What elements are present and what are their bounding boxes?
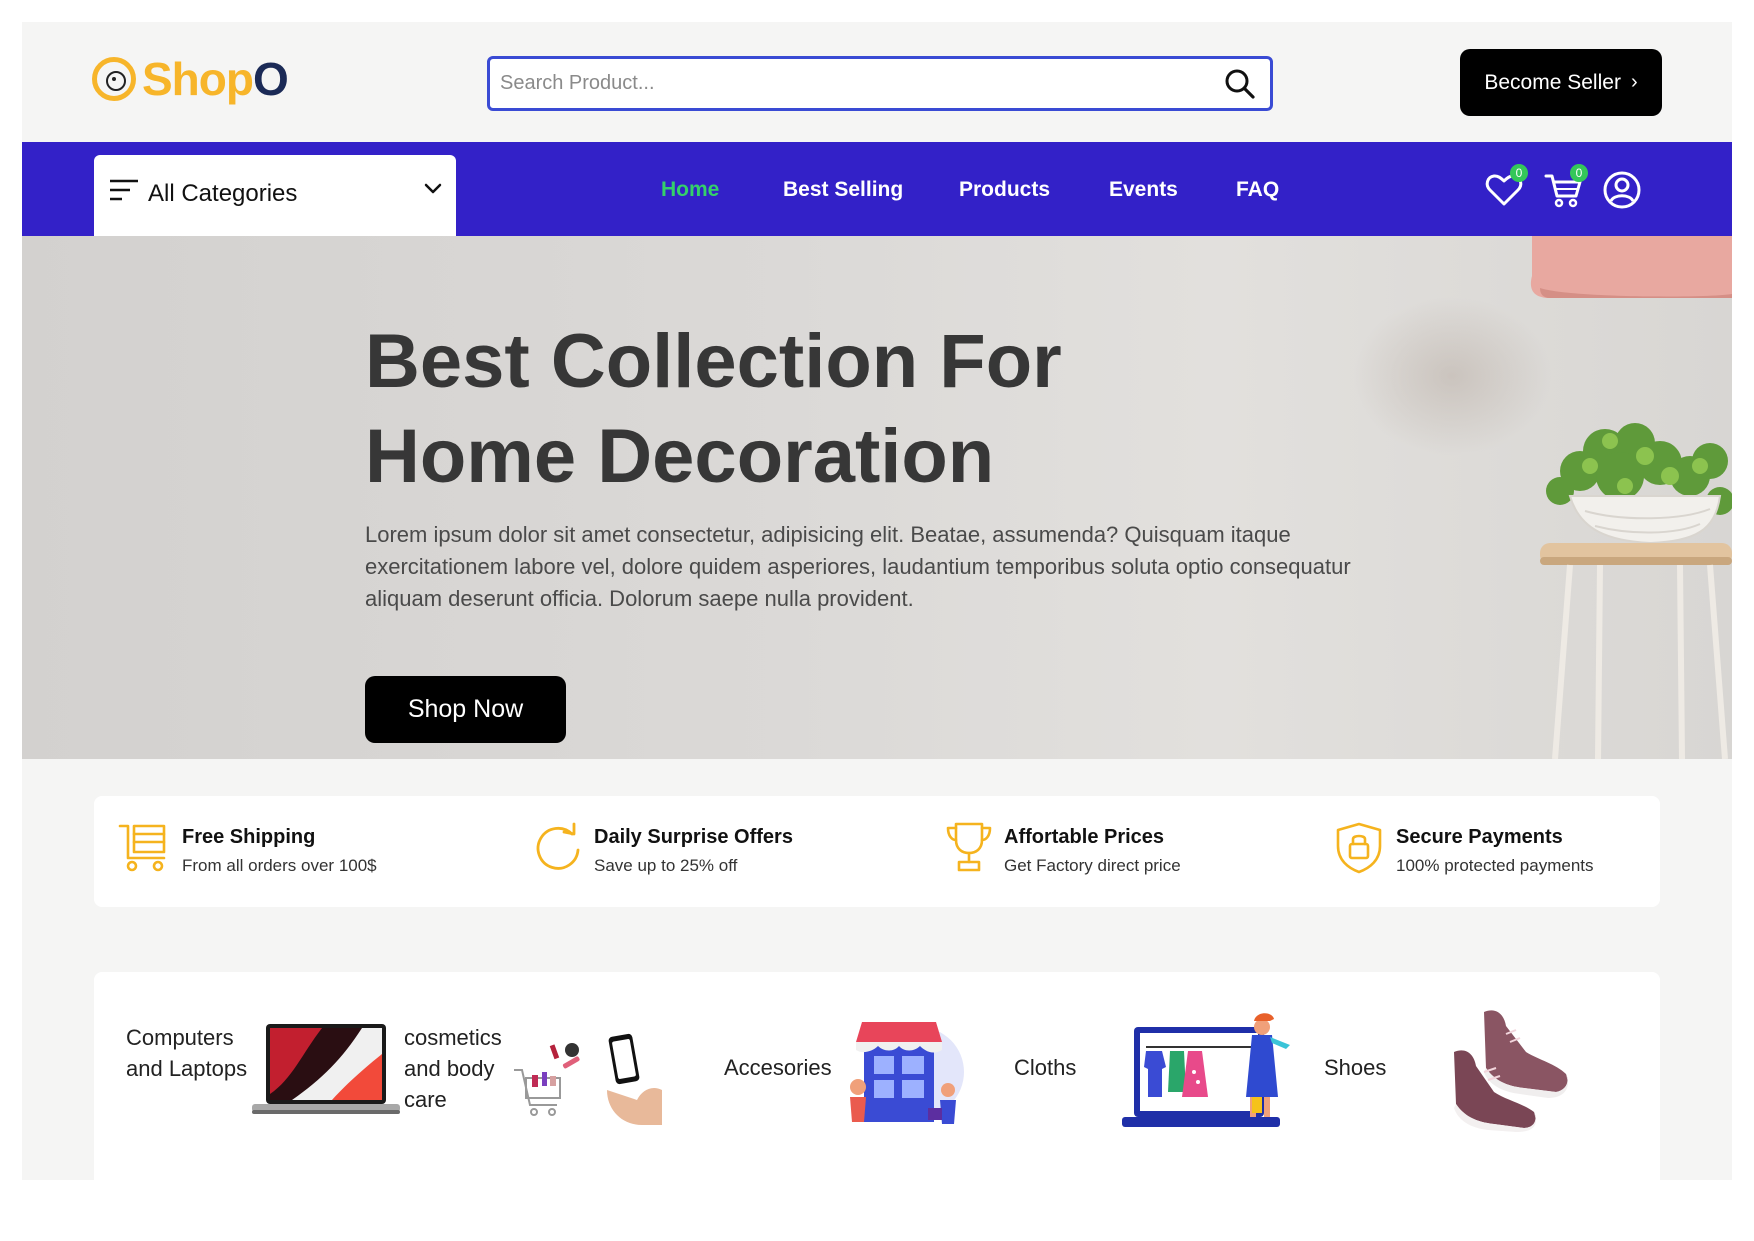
category-label: Shoes [1324, 1055, 1387, 1080]
search-input[interactable] [500, 59, 1190, 108]
feature-subtitle: 100% protected payments [1396, 856, 1594, 875]
wishlist-count-badge: 0 [1510, 164, 1528, 182]
feature-affordable-prices: Affortable Prices Get Factory direct pri… [944, 820, 1304, 884]
nav-link-products[interactable]: Products [959, 178, 1050, 202]
chevron-right-icon: › [1630, 71, 1638, 93]
cosmetics-image [514, 1033, 662, 1125]
accessories-store-image [850, 1022, 964, 1124]
feature-subtitle: Get Factory direct price [1004, 856, 1181, 875]
shipping-cart-icon [118, 824, 166, 872]
chevron-down-icon [424, 183, 442, 194]
page: ShopO Become Seller › All Categories [22, 22, 1732, 1180]
lock-shield-icon [1336, 822, 1382, 874]
feature-subtitle: Save up to 25% off [594, 856, 738, 875]
category-computers-laptops[interactable]: Computers and Laptops [94, 972, 400, 1152]
cloths-laptop-image [1122, 1013, 1290, 1127]
all-categories-dropdown[interactable]: All Categories [94, 155, 456, 236]
hero-title: Best Collection For Home Decoration [365, 314, 1265, 504]
become-seller-label: Become Seller [1484, 70, 1621, 94]
logo-text: ShopO [142, 53, 289, 105]
pendant-lamp-image [1530, 236, 1732, 298]
shop-now-button[interactable]: Shop Now [365, 676, 566, 743]
hero-banner: Best Collection For Home Decoration Lore… [22, 236, 1732, 759]
category-accesories[interactable]: Accesories [714, 972, 1014, 1152]
feature-free-shipping: Free Shipping From all orders over 100$ [118, 820, 478, 884]
feature-title: Free Shipping [182, 826, 316, 848]
category-cosmetics-body-care[interactable]: cosmetics and body care [394, 972, 704, 1152]
search-bar [487, 56, 1273, 111]
laptop-image [252, 1024, 400, 1114]
become-seller-button[interactable]: Become Seller › [1460, 49, 1662, 116]
nav-link-events[interactable]: Events [1109, 178, 1178, 202]
navbar: All Categories Home Best Selling Product… [22, 142, 1732, 236]
all-categories-label: All Categories [148, 180, 298, 207]
feature-title: Affortable Prices [1004, 826, 1165, 848]
header: ShopO Become Seller › [22, 22, 1732, 142]
cart-button[interactable]: 0 [1544, 164, 1588, 210]
nav-link-home[interactable]: Home [661, 178, 719, 202]
nav-link-best-selling[interactable]: Best Selling [783, 178, 903, 202]
plant-table-image [1540, 423, 1732, 759]
trophy-icon [946, 822, 992, 872]
shoes-image [1454, 1010, 1568, 1132]
nav-link-faq[interactable]: FAQ [1236, 178, 1279, 202]
hero-title-line-2: Home Decoration [365, 414, 995, 499]
refresh-icon [536, 822, 580, 870]
next-row-preview [1214, 1177, 1514, 1180]
category-label: cosmetics and body care [404, 1025, 502, 1112]
categories-panel: Computers and Laptops cosmetics and body… [94, 972, 1660, 1180]
menu-lines-icon [110, 179, 138, 201]
category-label: Accesories [724, 1055, 832, 1080]
feature-title: Secure Payments [1396, 826, 1563, 848]
category-cloths[interactable]: Cloths [1014, 972, 1324, 1152]
user-profile-button[interactable] [1602, 170, 1642, 210]
hero-title-line-1: Best Collection For [365, 319, 1062, 404]
wishlist-button[interactable]: 0 [1484, 164, 1528, 210]
category-label: Cloths [1014, 1055, 1077, 1080]
feature-subtitle: From all orders over 100$ [182, 856, 377, 875]
logo-mark-icon [92, 57, 136, 101]
feature-title: Daily Surprise Offers [594, 826, 793, 848]
user-profile-icon [1603, 171, 1641, 209]
hero-description: Lorem ipsum dolor sit amet consectetur, … [365, 522, 1351, 611]
feature-daily-offers: Daily Surprise Offers Save up to 25% off [534, 820, 894, 884]
category-label: Computers and Laptops [126, 1025, 248, 1081]
cart-count-badge: 0 [1570, 164, 1588, 182]
search-icon[interactable] [1224, 68, 1256, 100]
category-shoes[interactable]: Shoes [1324, 972, 1660, 1152]
logo[interactable]: ShopO [92, 53, 289, 105]
feature-secure-payments: Secure Payments 100% protected payments [1334, 820, 1654, 884]
features-bar: Free Shipping From all orders over 100$ … [94, 796, 1660, 907]
